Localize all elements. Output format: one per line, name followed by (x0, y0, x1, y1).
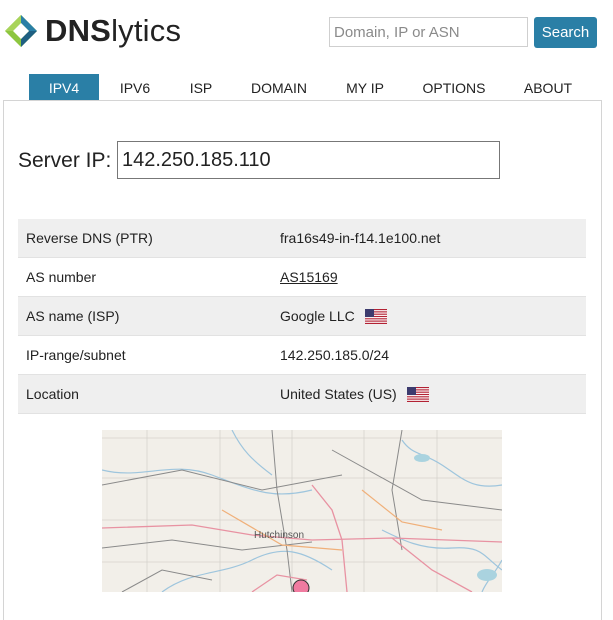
row-key: IP-range/subnet (18, 335, 280, 375)
table-row: IP-range/subnet 142.250.185.0/24 (18, 335, 586, 375)
row-key: AS number (18, 257, 280, 297)
row-value: United States (US) (280, 374, 586, 414)
ip-info-table: Reverse DNS (PTR) fra16s49-in-f14.1e100.… (18, 219, 586, 414)
map-city-label: Hutchinson (254, 530, 304, 541)
dnslytics-logo-icon (5, 15, 37, 47)
tab-about[interactable]: ABOUT (516, 74, 580, 101)
search-button[interactable]: Search (534, 17, 597, 48)
us-flag-icon (364, 309, 387, 325)
row-value: 142.250.185.0/24 (280, 335, 586, 375)
tab-ipv6[interactable]: IPV6 (109, 74, 161, 101)
location-name: United States (US) (280, 385, 397, 402)
table-row: AS name (ISP) Google LLC (18, 296, 586, 336)
server-ip-input[interactable] (117, 141, 500, 179)
map-tiles: Hutchinson (102, 430, 502, 592)
main-nav: IPV4 IPV6 ISP DOMAIN MY IP OPTIONS ABOUT (0, 74, 613, 101)
row-value: Google LLC (280, 296, 586, 336)
tab-ipv4[interactable]: IPV4 (29, 74, 99, 101)
tab-domain[interactable]: DOMAIN (244, 74, 314, 101)
isp-name: Google LLC (280, 307, 355, 324)
location-map[interactable]: Hutchinson (102, 430, 502, 592)
row-key: Reverse DNS (PTR) (18, 219, 280, 258)
tab-isp[interactable]: ISP (180, 74, 222, 101)
table-row: AS number AS15169 (18, 257, 586, 297)
row-value: fra16s49-in-f14.1e100.net (280, 219, 586, 258)
search-input[interactable] (329, 17, 528, 47)
table-row: Location United States (US) (18, 374, 586, 414)
map-marker-icon[interactable] (292, 579, 310, 592)
as-number-link[interactable]: AS15169 (280, 269, 338, 285)
tab-options[interactable]: OPTIONS (416, 74, 492, 101)
site-logo[interactable]: DNSlytics (3, 10, 181, 52)
table-row: Reverse DNS (PTR) fra16s49-in-f14.1e100.… (18, 219, 586, 258)
tab-my-ip[interactable]: MY IP (337, 74, 393, 101)
row-key: Location (18, 374, 280, 414)
row-value: AS15169 (280, 257, 586, 297)
row-key: AS name (ISP) (18, 296, 280, 336)
brand-name: DNSlytics (45, 13, 182, 48)
us-flag-icon (406, 387, 429, 403)
server-ip-label: Server IP: (18, 149, 112, 172)
